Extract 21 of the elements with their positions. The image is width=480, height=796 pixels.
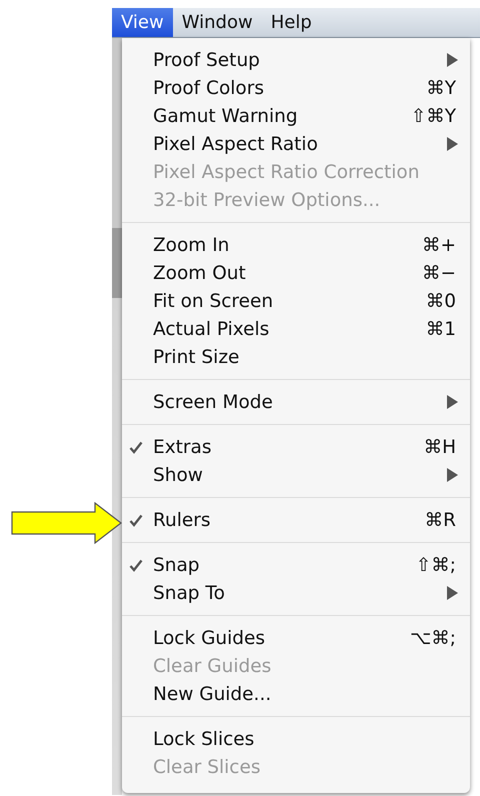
menu-item[interactable]: Zoom In ⌘+ <box>122 231 470 259</box>
menu-item[interactable]: Lock Guides ⌥⌘; <box>122 624 470 652</box>
menu-item[interactable]: Fit on Screen ⌘0 <box>122 287 470 315</box>
menu-item[interactable]: Gamut Warning ⇧⌘Y <box>122 102 470 130</box>
menu-item[interactable]: Snap To <box>122 579 470 607</box>
menu-item[interactable]: Extras ⌘H <box>122 433 470 461</box>
menu-item[interactable]: Proof Colors ⌘Y <box>122 74 470 102</box>
menu-item[interactable]: Zoom Out ⌘− <box>122 259 470 287</box>
menu-bar-item[interactable]: View <box>112 8 173 37</box>
menu-item[interactable]: Lock Slices <box>122 725 470 753</box>
menu-item[interactable]: Actual Pixels ⌘1 <box>122 315 470 343</box>
menu-item[interactable]: Proof Setup <box>122 46 470 74</box>
menu-bar-item[interactable]: Window <box>172 8 262 37</box>
menu-item[interactable]: Screen Mode <box>122 388 470 416</box>
menu-item[interactable]: Rulers ⌘R <box>122 506 470 534</box>
menu-item[interactable]: Snap ⇧⌘; <box>122 551 470 579</box>
menu-bar-item[interactable]: Help <box>262 8 321 37</box>
menu-item[interactable]: Show <box>122 461 470 489</box>
menu-item[interactable]: Print Size <box>122 343 470 371</box>
menu-item[interactable]: New Guide... <box>122 680 470 708</box>
menu-item[interactable]: Pixel Aspect Ratio <box>122 130 470 158</box>
